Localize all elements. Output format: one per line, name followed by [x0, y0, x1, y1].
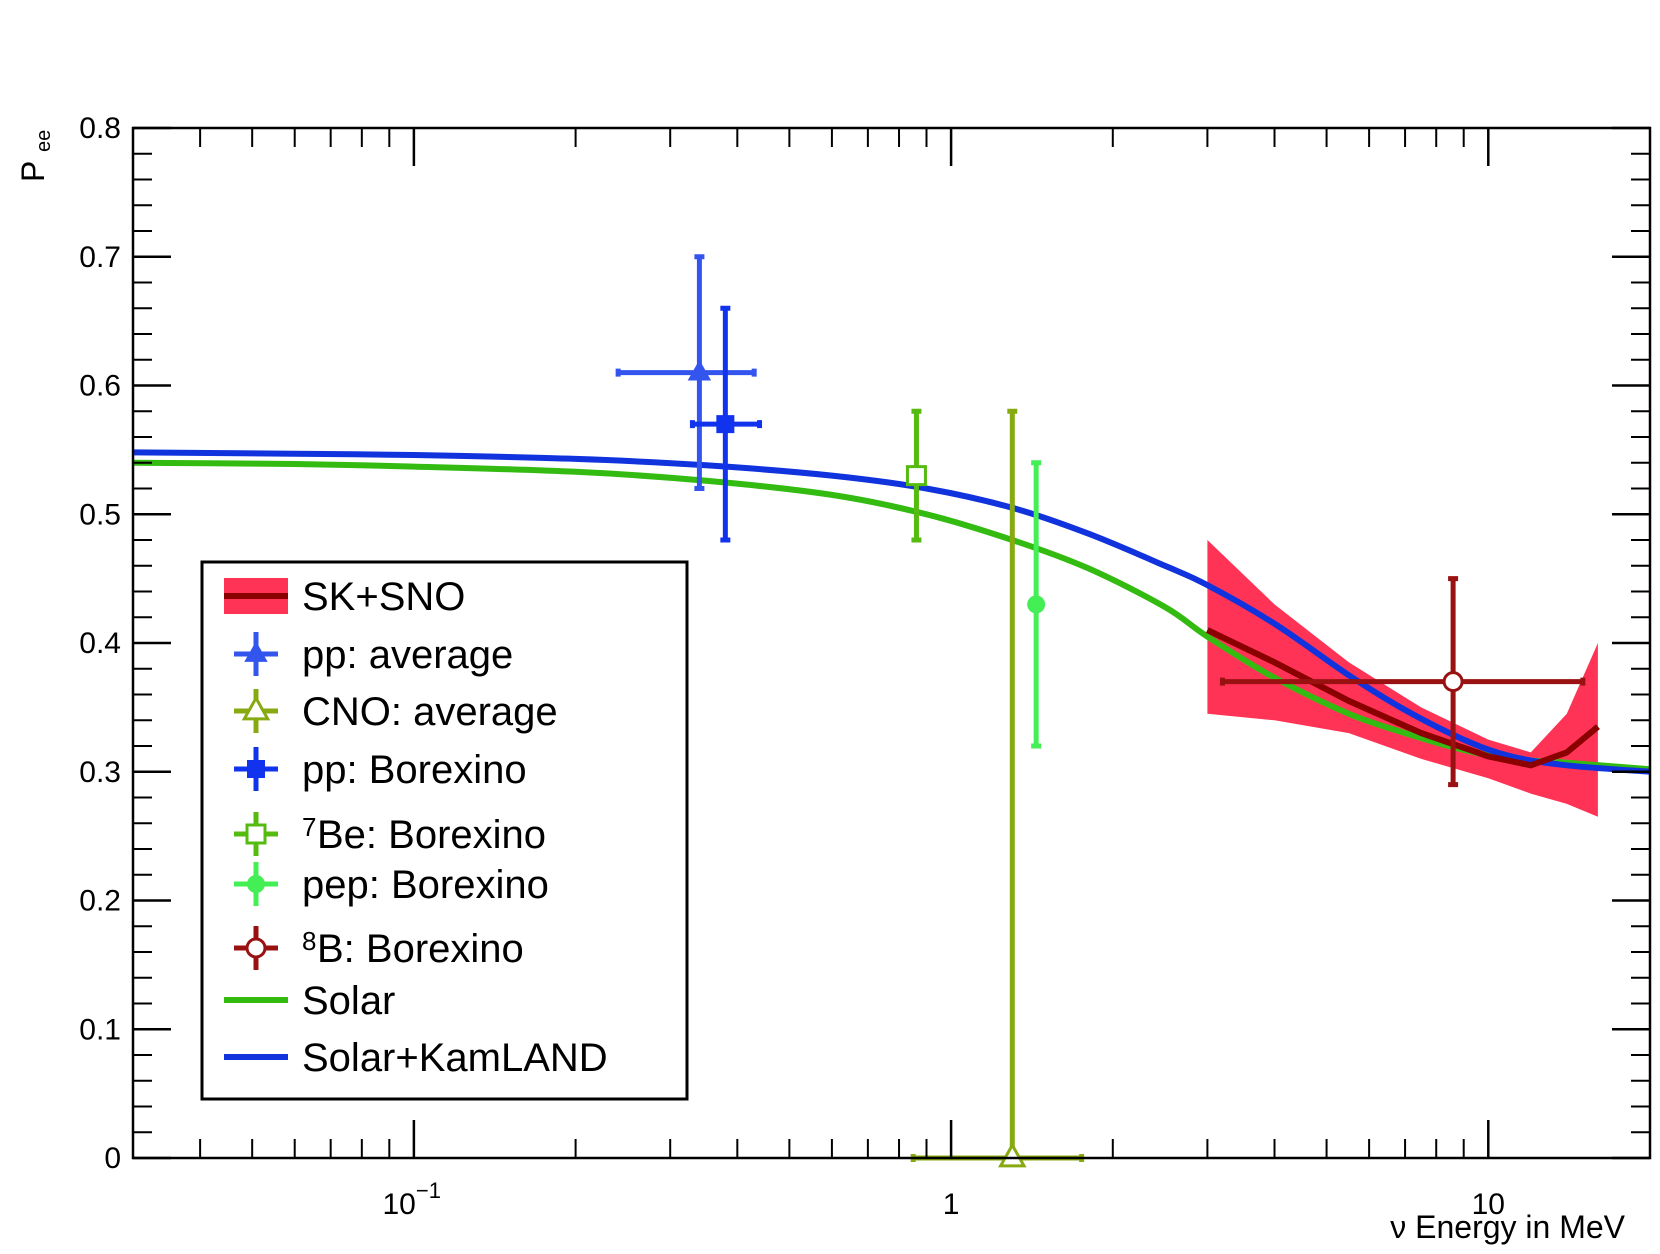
y-tick-label: 0.7 — [79, 241, 121, 274]
sk-sno-band — [1207, 540, 1598, 817]
legend-label: Solar — [302, 979, 395, 1023]
x-tick-label: 1 — [943, 1188, 960, 1221]
legend-label: CNO: average — [302, 690, 558, 734]
legend-marker — [245, 823, 267, 845]
y-tick-label: 0.1 — [79, 1013, 121, 1046]
legend: SK+SNO pp: average CNO: average pp: Borexin… — [200, 560, 689, 1101]
data-marker — [716, 415, 735, 434]
y-tick-label: 0 — [104, 1142, 121, 1175]
x-axis-label: ν Energy in MeV — [1390, 1209, 1625, 1245]
chart: 00.10.20.30.40.50.60.70.810 −1 1 10 ν Energ… — [15, 112, 1652, 1245]
legend-marker — [247, 875, 265, 893]
legend-label: SK+SNO — [302, 575, 465, 619]
legend-label: pep: Borexino — [302, 863, 549, 907]
y-tick-label: 0.6 — [79, 370, 121, 403]
x-tick-label-exponent: −1 — [416, 1178, 441, 1203]
y-axis-label: P ee — [15, 130, 55, 182]
data-point-4 — [905, 408, 927, 543]
data-point-1 — [615, 254, 757, 491]
x-tick-label: 10 — [383, 1188, 416, 1221]
y-tick-label: 0.4 — [79, 627, 121, 660]
legend-label: pp: Borexino — [302, 748, 527, 792]
legend-label: Be: Borexino — [317, 813, 546, 857]
y-axis-label-sub: ee — [33, 130, 55, 152]
legend-marker — [245, 937, 267, 959]
legend-label-superscript: 8 — [302, 926, 316, 956]
y-axis-label-main: P — [15, 161, 51, 182]
y-tick-label: 0.2 — [79, 885, 121, 918]
legend-marker — [247, 760, 265, 778]
data-marker — [1027, 595, 1046, 614]
data-point-3 — [689, 305, 763, 543]
y-tick-label: 0.5 — [79, 498, 121, 531]
legend-label-superscript: 7 — [302, 812, 316, 842]
data-point-5 — [1027, 460, 1046, 749]
legend-label: pp: average — [302, 633, 513, 677]
points-layer — [615, 254, 1586, 1168]
data-marker — [1442, 671, 1464, 693]
y-tick-label: 0.8 — [79, 112, 121, 145]
legend-entry: SK+SNO — [224, 575, 465, 619]
y-tick-label: 0.3 — [79, 756, 121, 789]
data-marker — [905, 465, 927, 487]
legend-label: Solar+KamLAND — [302, 1036, 608, 1080]
band-layer — [1206, 540, 1600, 817]
legend-label: B: Borexino — [317, 927, 524, 971]
